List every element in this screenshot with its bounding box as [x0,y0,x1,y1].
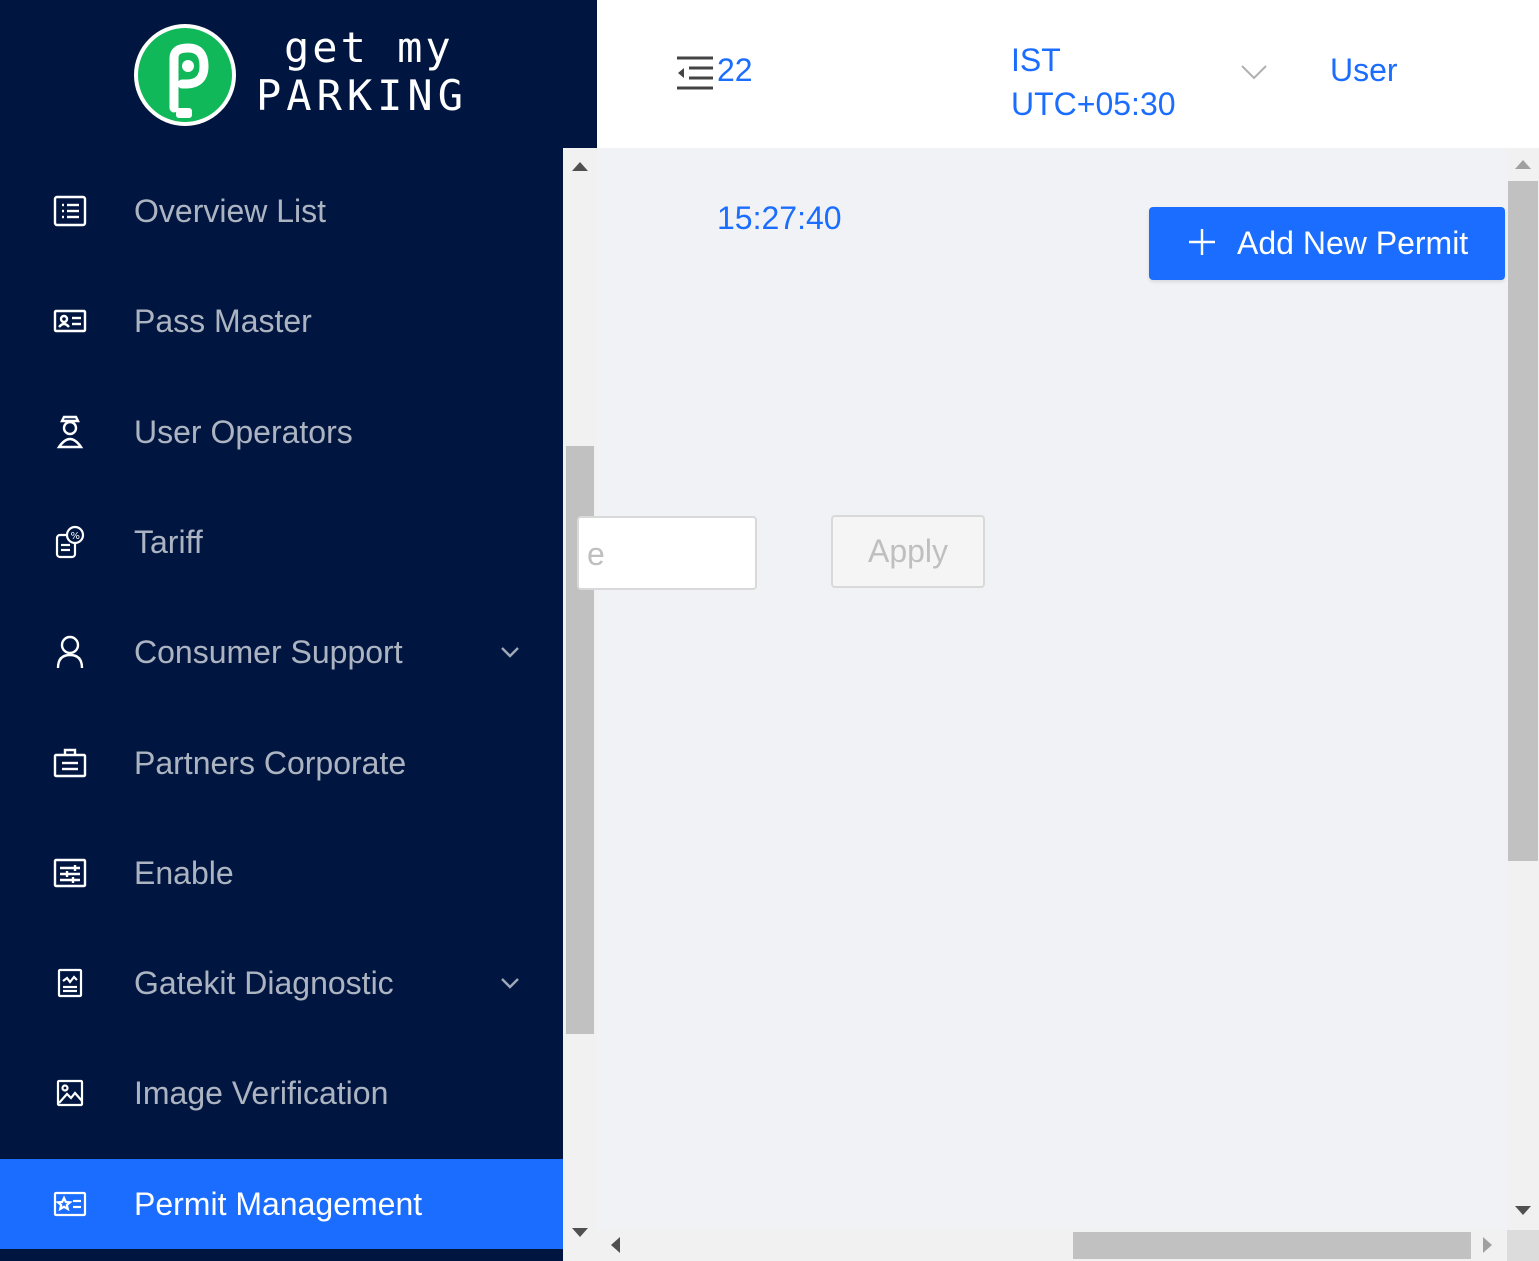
diagnostic-icon [52,965,88,1001]
logo-line-2: PARKING [256,71,469,120]
logo-mark [134,24,236,126]
sidebar-item-label: Image Verification [134,1074,389,1111]
sliders-icon [52,855,88,891]
vertical-scrollbar-thumb[interactable] [1508,181,1538,861]
briefcase-icon [52,745,88,781]
sidebar-item-enable[interactable]: Enable [0,828,563,918]
user-menu[interactable]: User [1330,52,1398,89]
main-vertical-scrollbar[interactable] [1507,148,1539,1230]
scrollbar-corner [1507,1230,1539,1261]
scroll-left-arrow-icon[interactable] [611,1237,620,1253]
chevron-down-icon[interactable] [1239,60,1269,86]
main-content: 15:27:40 Add New Permit e Apply [577,148,1507,1230]
sidebar-item-label: Overview List [134,192,327,229]
sidebar-item-label: Enable [134,854,234,891]
sidebar-item-label: Pass Master [134,302,312,339]
sidebar-item-gatekit-diagnostic[interactable]: Gatekit Diagnostic [0,938,563,1028]
apply-button[interactable]: Apply [831,515,985,588]
sidebar-item-permit-management[interactable]: Permit Management [0,1159,563,1249]
sidebar-scrollbar[interactable] [563,148,597,1261]
scroll-down-arrow-icon[interactable] [572,1228,588,1237]
chevron-down-icon[interactable] [498,640,522,664]
scroll-up-arrow-icon[interactable] [1515,160,1531,169]
sidebar-item-label: User Operators [134,413,353,450]
id-card-icon [52,303,88,339]
logo-line-1: get my [284,23,454,72]
list-icon [52,193,88,229]
sidebar-item-overview-list[interactable]: Overview List [0,166,563,256]
top-header: 22 IST UTC+05:30 User [597,0,1539,148]
sidebar-item-consumer-support[interactable]: Consumer Support [0,607,563,697]
brand-logo[interactable]: get my PARKING [0,0,597,148]
plus-icon [1187,227,1217,257]
add-new-permit-label: Add New Permit [1237,225,1469,261]
timezone-offset: UTC+05:30 [1011,86,1176,122]
timezone-selector[interactable]: IST UTC+05:30 [1011,38,1176,126]
sidebar-item-partners-corporate[interactable]: Partners Corporate [0,718,563,808]
filter-input-placeholder: e [587,536,605,572]
current-time: 15:27:40 [717,200,842,236]
user-icon [52,634,88,670]
sidebar-item-label: Consumer Support [134,633,403,670]
horizontal-scrollbar-thumb[interactable] [1073,1232,1471,1259]
sidebar-item-label: Tariff [134,523,203,560]
sidebar-item-user-operators[interactable]: User Operators [0,387,563,477]
main-horizontal-scrollbar[interactable] [597,1230,1507,1261]
sidebar-item-label: Partners Corporate [134,744,407,781]
permit-icon [52,1186,88,1222]
header-date: 22 [717,52,753,88]
sidebar-item-label: Permit Management [134,1185,423,1222]
logo-text: get my PARKING [256,24,468,120]
chevron-down-icon[interactable] [498,971,522,995]
sidebar-item-tariff[interactable]: % Tariff [0,497,563,587]
operator-icon [52,414,88,450]
svg-text:%: % [71,531,81,542]
menu-fold-icon[interactable] [675,54,715,92]
scroll-right-arrow-icon[interactable] [1483,1237,1492,1253]
sidebar-item-label: Gatekit Diagnostic [134,964,394,1001]
sidebar-item-pass-master[interactable]: Pass Master [0,276,563,366]
sidebar-item-image-verification[interactable]: Image Verification [0,1048,563,1138]
timezone-name: IST [1011,42,1061,78]
filter-input[interactable]: e [577,516,757,590]
add-new-permit-button[interactable]: Add New Permit [1149,207,1505,280]
scroll-down-arrow-icon[interactable] [1515,1206,1531,1215]
tariff-icon: % [52,524,88,560]
sidebar-menu: Overview List Pass Master User Operators… [0,148,563,1261]
sidebar: get my PARKING Overview List Pass Master… [0,0,597,1261]
image-icon [52,1075,88,1111]
scroll-up-arrow-icon[interactable] [572,162,588,171]
